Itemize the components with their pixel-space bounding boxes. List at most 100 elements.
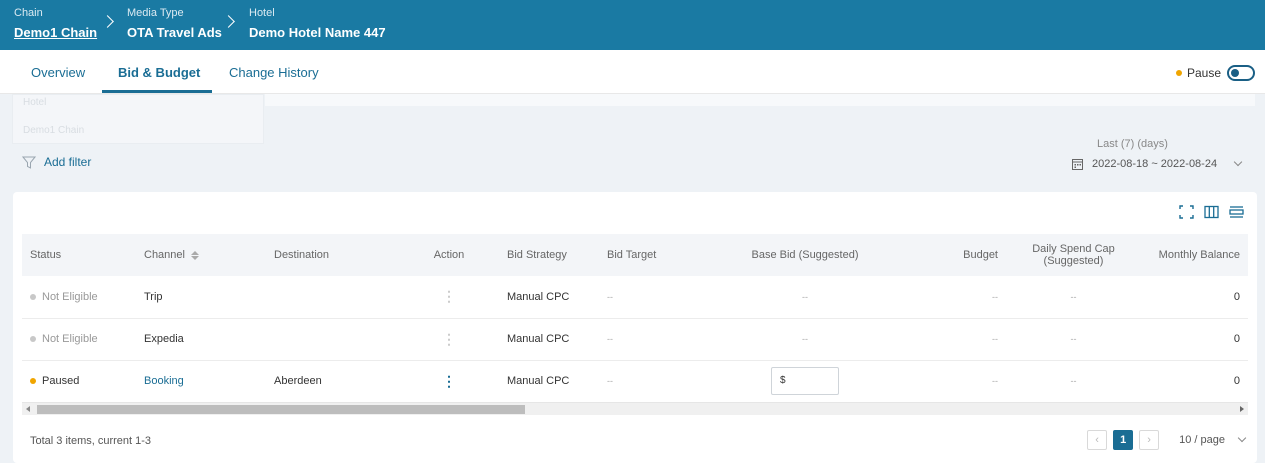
toggle-knob xyxy=(1231,69,1239,77)
action-cell: ⋮ xyxy=(399,360,499,403)
more-actions-icon: ⋮ xyxy=(442,288,456,305)
destination-cell: Aberdeen xyxy=(266,360,399,403)
table-row: Paused Booking Aberdeen ⋮ Manual CPC -- … xyxy=(22,360,1248,403)
pagination: ‹ 1 › 10 / page xyxy=(1087,430,1247,450)
add-filter-button[interactable]: Add filter xyxy=(22,155,91,169)
density-icon[interactable] xyxy=(1229,205,1244,219)
col-base-bid: Base Bid (Suggested) xyxy=(729,234,881,276)
channel-cell: Trip xyxy=(136,276,266,319)
bid-strategy-cell: Manual CPC xyxy=(499,276,599,319)
col-channel[interactable]: Channel xyxy=(136,234,266,276)
date-range-value: 2022-08-18 ~ 2022-08-24 xyxy=(1092,158,1218,170)
prev-page-button[interactable]: ‹ xyxy=(1087,430,1108,450)
page-size-value: 10 / page xyxy=(1179,434,1225,446)
budget-cell: -- xyxy=(881,360,1006,403)
col-bid-strategy: Bid Strategy xyxy=(499,234,599,276)
status-dot xyxy=(30,336,36,343)
col-monthly-balance: Monthly Balance xyxy=(1141,234,1248,276)
table-row: Not Eligible Trip ⋮ Manual CPC -- -- -- … xyxy=(22,276,1248,319)
col-budget: Budget xyxy=(881,234,1006,276)
breadcrumb-chain-link[interactable]: Demo1 Chain xyxy=(14,24,97,42)
budget-cell: -- xyxy=(881,276,1006,319)
breadcrumb-media-type-value: OTA Travel Ads xyxy=(127,25,222,40)
status-cell: Paused xyxy=(22,360,136,403)
breadcrumb-chain-label: Chain xyxy=(14,7,43,19)
bid-budget-table: Status Channel Destination Action Bid St… xyxy=(22,234,1248,403)
page-size-select[interactable]: 10 / page xyxy=(1179,433,1247,446)
destination-cell xyxy=(266,276,399,319)
current-page-button[interactable]: 1 xyxy=(1113,430,1134,450)
status-text: Not Eligible xyxy=(42,333,98,345)
total-items-text: Total 3 items, current 1-3 xyxy=(30,435,152,447)
breadcrumb-chevron-icon xyxy=(222,15,235,28)
status-text: Not Eligible xyxy=(42,290,98,303)
base-bid-cell: $ xyxy=(729,360,881,403)
destination-cell xyxy=(266,318,399,361)
chevron-down-icon xyxy=(1233,157,1243,167)
sort-icon[interactable] xyxy=(190,250,199,260)
more-actions-icon: ⋮ xyxy=(442,330,456,347)
date-range-label: Last (7) (days) xyxy=(1097,138,1168,150)
breadcrumb-chain: Chain Demo1 Chain xyxy=(14,7,97,42)
breadcrumb-media-type-label: Media Type xyxy=(127,7,184,19)
active-tab-indicator xyxy=(102,90,212,93)
fullscreen-icon[interactable] xyxy=(1179,205,1194,219)
tab-change-history[interactable]: Change History xyxy=(229,65,319,80)
col-action: Action xyxy=(399,234,499,276)
faded-dropdown-panel: Hotel Demo1 Chain xyxy=(12,94,264,144)
base-bid-cell: -- xyxy=(729,276,881,319)
col-bid-target: Bid Target xyxy=(599,234,729,276)
table-row: Not Eligible Expedia ⋮ Manual CPC -- -- … xyxy=(22,318,1248,361)
tab-bar: Overview Bid & Budget Change History Pau… xyxy=(0,50,1265,94)
col-daily-spend-cap: Daily Spend Cap (Suggested) xyxy=(1006,234,1141,276)
breadcrumb-hotel-value: Demo Hotel Name 447 xyxy=(249,25,386,40)
daily-cap-cell: -- xyxy=(1006,276,1141,319)
faded-option-hotel: Hotel xyxy=(23,97,47,108)
pause-toggle[interactable] xyxy=(1227,65,1255,81)
columns-icon[interactable] xyxy=(1204,205,1219,219)
calendar-icon xyxy=(1072,159,1083,170)
filter-icon xyxy=(22,156,36,169)
breadcrumb-hotel-label: Hotel xyxy=(249,7,275,19)
status-dot xyxy=(30,378,36,385)
dropdown-backdrop xyxy=(265,94,1255,106)
chevron-down-icon xyxy=(1237,433,1247,443)
scrollbar-thumb[interactable] xyxy=(37,405,525,414)
table-header-row: Status Channel Destination Action Bid St… xyxy=(22,234,1248,276)
faded-option-chain: Demo1 Chain xyxy=(23,125,85,136)
scroll-right-icon[interactable] xyxy=(1240,406,1244,412)
base-bid-cell: -- xyxy=(729,318,881,361)
bid-strategy-cell: Manual CPC xyxy=(499,360,599,403)
col-destination: Destination xyxy=(266,234,399,276)
tab-overview[interactable]: Overview xyxy=(31,65,85,80)
action-cell: ⋮ xyxy=(399,318,499,361)
pause-control: Pause xyxy=(1175,65,1255,81)
next-page-button[interactable]: › xyxy=(1139,430,1160,450)
monthly-balance-cell: 0 xyxy=(1141,318,1248,361)
channel-cell: Expedia xyxy=(136,318,266,361)
top-header: Chain Demo1 Chain Media Type OTA Travel … xyxy=(0,0,1265,50)
status-text: Paused xyxy=(42,375,80,387)
budget-cell: -- xyxy=(881,318,1006,361)
channel-link[interactable]: Booking xyxy=(136,360,266,403)
tab-bid-budget[interactable]: Bid & Budget xyxy=(118,65,200,80)
monthly-balance-cell: 0 xyxy=(1141,276,1248,319)
pause-label: Pause xyxy=(1186,66,1221,80)
scroll-left-icon[interactable] xyxy=(26,406,30,412)
table-card: Status Channel Destination Action Bid St… xyxy=(13,192,1257,463)
bid-target-cell: -- xyxy=(599,276,729,319)
more-actions-icon[interactable]: ⋮ xyxy=(442,373,456,389)
bid-target-cell: -- xyxy=(599,360,729,403)
add-filter-label: Add filter xyxy=(44,155,92,169)
breadcrumb-hotel: Hotel Demo Hotel Name 447 xyxy=(249,7,386,42)
status-dot xyxy=(30,293,36,300)
breadcrumb-media-type: Media Type OTA Travel Ads xyxy=(127,7,222,42)
status-cell: Not Eligible xyxy=(22,276,136,319)
col-channel-label: Channel xyxy=(144,249,185,261)
col-status: Status xyxy=(22,234,136,276)
horizontal-scrollbar[interactable] xyxy=(22,402,1248,415)
base-bid-input[interactable]: $ xyxy=(771,367,839,395)
bid-strategy-cell: Manual CPC xyxy=(499,318,599,361)
date-range-picker[interactable]: 2022-08-18 ~ 2022-08-24 xyxy=(1072,154,1252,174)
pause-status-dot xyxy=(1175,70,1182,76)
